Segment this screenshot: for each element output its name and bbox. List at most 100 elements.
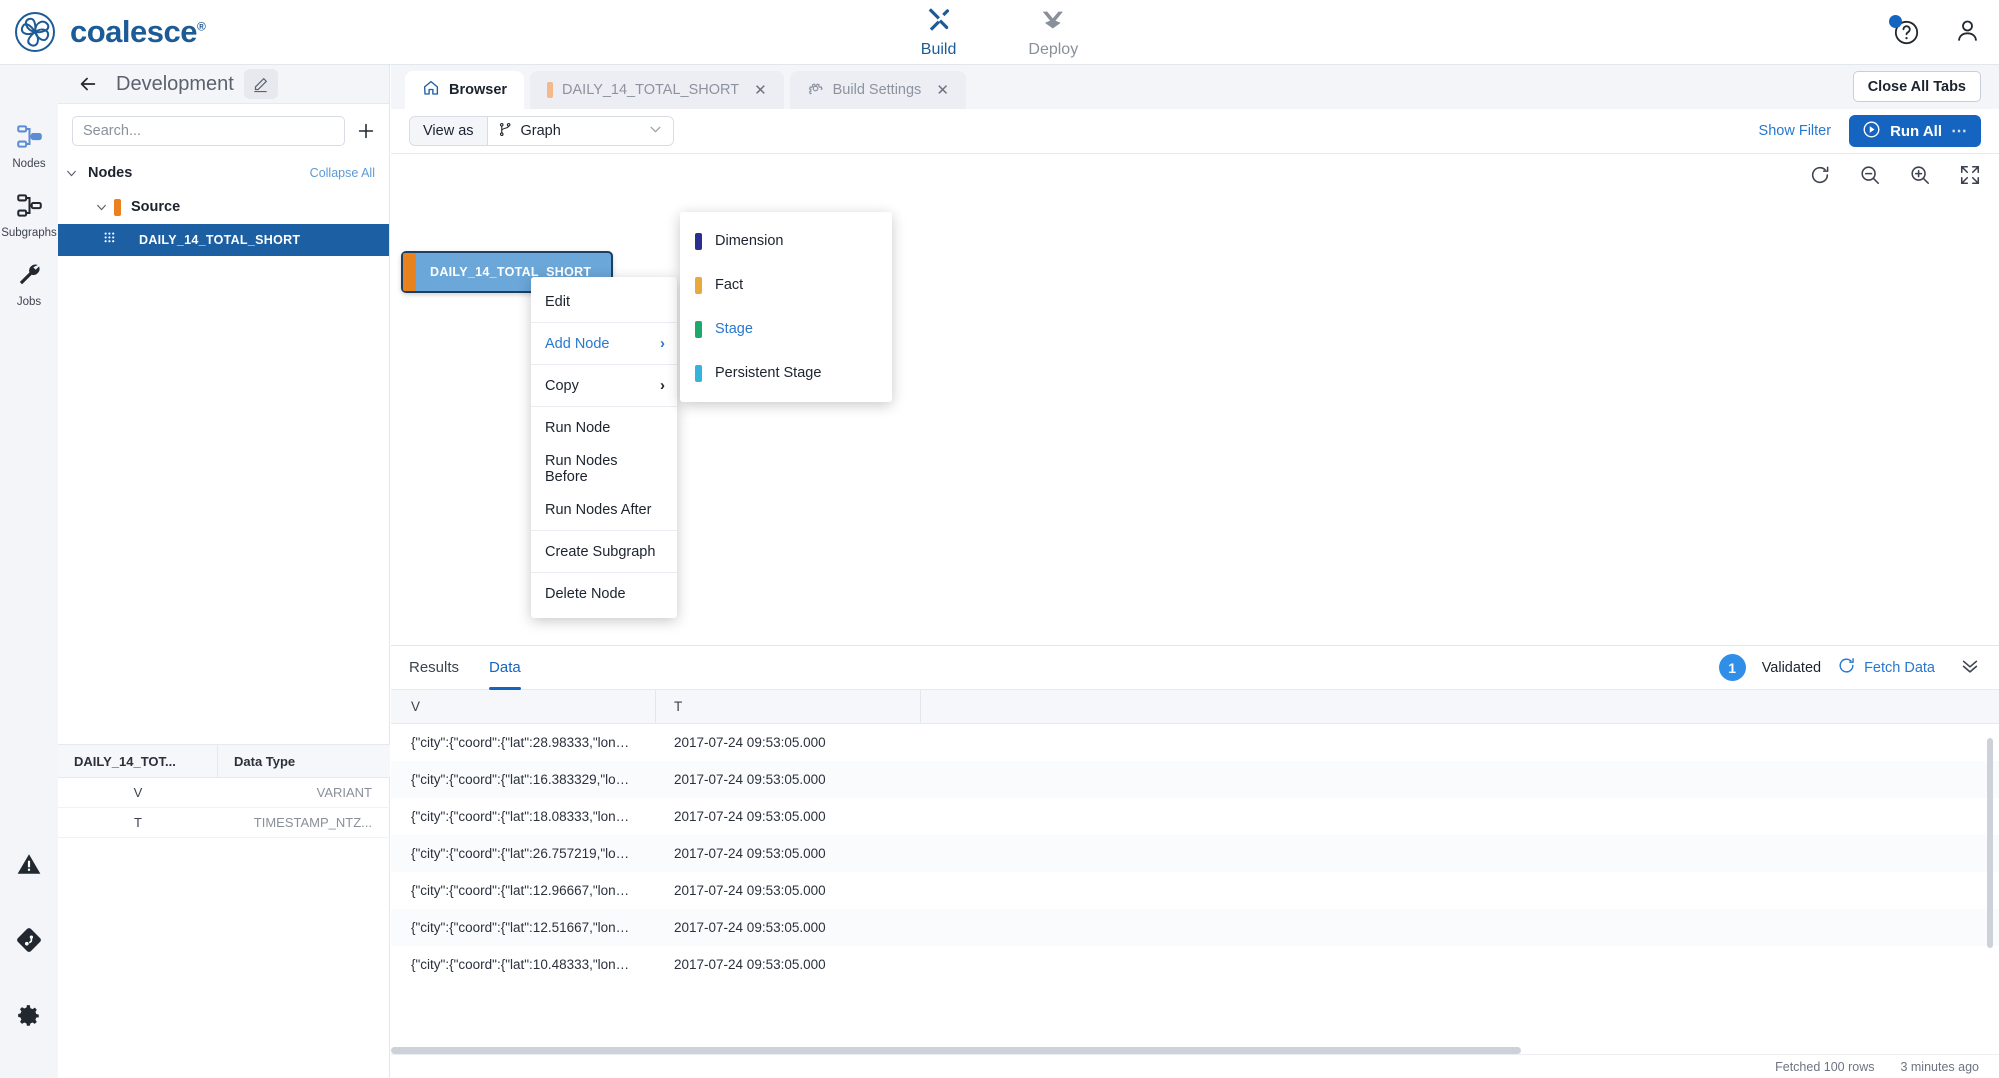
graph-branch-icon: [498, 122, 513, 141]
close-x-icon[interactable]: ✕: [936, 81, 949, 99]
warning-triangle-icon[interactable]: [16, 851, 42, 882]
tree-group-label: Source: [131, 199, 180, 215]
fit-screen-icon[interactable]: [1959, 164, 1981, 191]
tab-results[interactable]: Results: [409, 646, 459, 690]
graph-canvas[interactable]: DAILY_14_TOTAL_SHORT Edit Add Node › Cop…: [391, 154, 1999, 646]
submenu-item-fact[interactable]: Fact: [680, 263, 892, 307]
table-row[interactable]: V VARIANT: [58, 778, 390, 808]
cell-v: {"city":{"coord":{"lat":12.96667,"lon…: [391, 872, 656, 909]
context-menu-item-run-nodes-before[interactable]: Run Nodes Before: [531, 448, 677, 489]
close-x-icon[interactable]: ✕: [754, 81, 767, 99]
run-all-button[interactable]: Run All ⋯: [1849, 115, 1981, 147]
tree-item-daily-14-total-short[interactable]: DAILY_14_TOTAL_SHORT: [58, 224, 389, 256]
sidebar-item-nodes[interactable]: Nodes: [0, 123, 58, 170]
show-filter-link[interactable]: Show Filter: [1759, 123, 1832, 139]
settings-gear-icon[interactable]: [16, 1003, 42, 1034]
submenu-item-label: Dimension: [715, 233, 784, 249]
context-menu-item-label: Add Node: [545, 336, 610, 352]
pencil-edit-icon[interactable]: [244, 69, 278, 99]
view-as-label: View as: [410, 117, 488, 145]
plus-icon[interactable]: [355, 120, 377, 142]
context-menu-item-edit[interactable]: Edit: [531, 281, 677, 322]
search-input[interactable]: [72, 116, 345, 146]
cell-v: {"city":{"coord":{"lat":18.08333,"lon…: [391, 798, 656, 835]
zoom-in-icon[interactable]: [1909, 164, 1931, 191]
tab-data[interactable]: Data: [489, 646, 521, 690]
chevron-down-icon: [58, 167, 84, 180]
results-header: Results Data 1 Validated Fetch Data: [391, 646, 1999, 690]
column-metadata-table: DAILY_14_TOT... Data Type V VARIANT T TI…: [58, 744, 390, 838]
chevron-double-down-icon[interactable]: [1959, 654, 1981, 681]
tab-build-settings[interactable]: Build Settings ✕: [790, 71, 966, 109]
data-table-header: V T: [391, 690, 1999, 724]
back-arrow-icon[interactable]: [68, 73, 108, 95]
refresh-icon: [1837, 656, 1856, 679]
run-all-overflow-button[interactable]: ⋯: [1951, 121, 1968, 141]
submenu-item-dimension[interactable]: Dimension: [680, 219, 892, 263]
view-as-select[interactable]: Graph: [488, 117, 673, 145]
brand-registered-mark: ®: [197, 20, 205, 34]
vertical-scrollbar[interactable]: [1987, 738, 1993, 948]
close-all-tabs-button[interactable]: Close All Tabs: [1853, 71, 1981, 102]
top-nav-build-label: Build: [921, 41, 957, 59]
sidebar-item-nodes-label: Nodes: [12, 158, 45, 170]
view-as-value: Graph: [521, 123, 561, 139]
help-circle-icon[interactable]: [1893, 19, 1920, 46]
sidebar-item-subgraphs[interactable]: Subgraphs: [0, 192, 58, 239]
table-row[interactable]: {"city":{"coord":{"lat":12.96667,"lon… 2…: [391, 872, 1999, 909]
submenu-item-label: Stage: [715, 321, 753, 337]
chevron-down-icon: [648, 122, 663, 141]
tree-group-source[interactable]: Source: [58, 190, 389, 224]
fetched-timestamp: 3 minutes ago: [1900, 1060, 1979, 1074]
tab-browser[interactable]: Browser: [405, 71, 524, 109]
table-row[interactable]: T TIMESTAMP_NTZ...: [58, 808, 390, 838]
subgraphs-icon: [16, 192, 43, 224]
data-column-header-v[interactable]: V: [391, 690, 656, 723]
brand[interactable]: coalesce®: [0, 11, 205, 53]
chevron-right-icon: ›: [660, 377, 665, 394]
status-badge: 1: [1719, 654, 1746, 681]
table-row[interactable]: {"city":{"coord":{"lat":26.757219,"lo… 2…: [391, 835, 1999, 872]
tree-root-nodes[interactable]: Nodes Collapse All: [58, 156, 389, 190]
user-account-icon[interactable]: [1954, 17, 1981, 49]
top-nav-build[interactable]: Build: [921, 6, 957, 59]
top-bar: coalesce® Build Deploy: [0, 0, 1999, 65]
context-menu-item-copy[interactable]: Copy ›: [531, 365, 677, 406]
toolbar-actions: Show Filter Run All ⋯: [1759, 115, 1981, 147]
cell-t: 2017-07-24 09:53:05.000: [656, 724, 921, 761]
table-row[interactable]: {"city":{"coord":{"lat":12.51667,"lon… 2…: [391, 909, 1999, 946]
zoom-out-icon[interactable]: [1859, 164, 1881, 191]
tab-daily-14-total-short[interactable]: DAILY_14_TOTAL_SHORT ✕: [530, 71, 784, 109]
environment-name: Development: [116, 73, 234, 96]
persistent-stage-color-bar: [695, 365, 702, 382]
context-menu-item-run-node[interactable]: Run Node: [531, 407, 677, 448]
context-menu-item-run-nodes-after[interactable]: Run Nodes After: [531, 489, 677, 530]
table-row[interactable]: {"city":{"coord":{"lat":18.08333,"lon… 2…: [391, 798, 1999, 835]
context-menu-item-delete-node[interactable]: Delete Node: [531, 573, 677, 614]
fetch-data-button[interactable]: Fetch Data: [1837, 656, 1935, 679]
horizontal-scrollbar-thumb[interactable]: [391, 1047, 1521, 1054]
table-row[interactable]: {"city":{"coord":{"lat":16.383329,"lo… 2…: [391, 761, 1999, 798]
results-footer: Fetched 100 rows 3 minutes ago: [391, 1054, 1999, 1078]
deploy-box-icon: [1040, 6, 1067, 38]
table-row[interactable]: {"city":{"coord":{"lat":28.98333,"lon… 2…: [391, 724, 1999, 761]
submenu-item-stage[interactable]: Stage: [680, 307, 892, 351]
context-menu-item-add-node[interactable]: Add Node ›: [531, 323, 677, 364]
horizontal-scrollbar[interactable]: [391, 1047, 1999, 1054]
submenu-item-label: Fact: [715, 277, 743, 293]
canvas-controls: [1809, 164, 1981, 191]
content-area: View as Graph Show Filter: [391, 109, 1999, 1078]
top-nav-deploy[interactable]: Deploy: [1028, 6, 1078, 59]
context-menu-item-create-subgraph[interactable]: Create Subgraph: [531, 531, 677, 572]
submenu-item-persistent-stage[interactable]: Persistent Stage: [680, 351, 892, 395]
collapse-all-link[interactable]: Collapse All: [310, 166, 375, 180]
data-column-header-t[interactable]: T: [656, 690, 921, 723]
column-datatype-cell: TIMESTAMP_NTZ...: [218, 808, 390, 837]
git-branch-icon[interactable]: [16, 927, 42, 958]
sidebar-item-jobs[interactable]: Jobs: [0, 261, 58, 308]
table-row[interactable]: {"city":{"coord":{"lat":10.48333,"lon… 2…: [391, 946, 1999, 983]
refresh-icon[interactable]: [1809, 164, 1831, 191]
gear-icon: [807, 80, 824, 101]
tab-browser-label: Browser: [449, 82, 507, 98]
help-notification-dot: [1889, 15, 1902, 28]
